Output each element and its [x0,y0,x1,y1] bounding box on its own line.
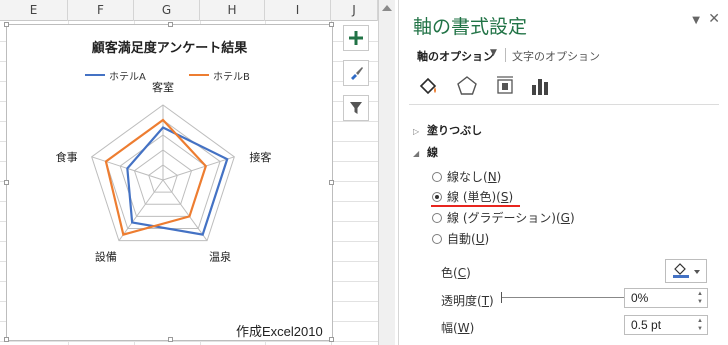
radio-solid-line[interactable]: 線 (単色)(S) [432,188,513,206]
format-axis-pane: 軸の書式設定 ▼ ✕ 軸のオプション ▼ 文字のオプション ▷ 塗りつぶし ◢ … [398,0,728,345]
transparency-value: 0% [631,291,649,305]
pane-options-chevron-icon[interactable]: ▼ [692,15,700,26]
radar-category-label: 温泉 [209,250,231,264]
category-icon-row [417,74,717,98]
transparency-spinner[interactable]: 0% ▲ ▼ [624,288,708,308]
color-label: 色(C) [441,266,471,280]
chart-elements-button[interactable] [343,25,369,51]
chevron-right-icon: ▷ [413,127,420,136]
chevron-down-icon[interactable]: ▼ [490,48,497,58]
transparency-label: 透明度(T) [441,294,494,308]
radar-category-label: 食事 [56,150,78,164]
radar-category-label: 設備 [95,250,117,264]
column-header-g[interactable]: G [134,0,200,21]
column-header-h[interactable]: H [200,0,265,21]
radar-chart[interactable]: 顧客満足度アンケート結果 ホテルA ホテルB 客室 接客 温泉 設備 食事 作成Exce… [4,22,334,342]
transparency-access-key: T [481,294,490,308]
section-line-label: 線 [427,146,438,159]
radar-category-label: 客室 [152,80,174,94]
column-header-e[interactable]: E [0,0,68,21]
spinner-arrows-icon[interactable]: ▲ ▼ [696,290,704,306]
line-color-picker-button[interactable] [665,259,707,283]
color-label-text: 色( [441,266,458,280]
color-access-key: C [457,266,467,280]
column-header-f[interactable]: F [68,0,134,21]
radio-circle-checked[interactable] [432,192,442,202]
filter-icon [350,102,362,114]
chart-credit: 作成Excel2010 [236,321,323,340]
radio-circle[interactable] [432,234,442,244]
transparency-slider-thumb[interactable] [501,292,502,303]
radar-plot-area[interactable]: 客室接客温泉 設備 食事 [7,25,334,342]
width-label: 幅(W) [441,321,475,335]
radio-label: 自動( [447,232,476,246]
tab-divider [505,48,506,62]
pane-title: 軸の書式設定 [413,16,528,38]
radio-label: 線 (グラデーション)( [447,211,561,225]
column-header-i[interactable]: I [265,0,331,21]
width-value: 0.5 pt [631,318,662,332]
width-label-text: 幅( [441,321,458,335]
chevron-down-icon: ◢ [413,149,420,158]
credit-text: 作成 [236,325,263,340]
vertical-scrollbar[interactable] [378,0,395,345]
size-properties-icon[interactable] [493,74,517,98]
radio-circle[interactable] [432,213,442,223]
radio-access-key: U [475,232,485,246]
radio-label: 線なし( [447,170,488,184]
scroll-up-arrow-icon[interactable] [382,5,392,11]
credit-app-name: Excel2010 [262,324,323,339]
radio-label: 線 (単色)( [447,190,501,204]
paint-bucket-icon [673,263,700,278]
chart-styles-button[interactable] [343,60,369,86]
radio-access-key: N [487,170,497,184]
radio-access-key: S [500,190,509,204]
excel-window: E F G H I J 顧客満足度アンケート結果 ホテルA ホテルB 客室 接客… [0,0,728,345]
transparency-label-text: 透明度( [441,294,482,308]
radio-automatic[interactable]: 自動(U) [432,230,489,248]
transparency-slider[interactable] [501,297,625,298]
tab-axis-options[interactable]: 軸のオプション [417,48,494,64]
spinner-arrows-icon[interactable]: ▲ ▼ [696,317,704,333]
chart-filters-button[interactable] [343,95,369,121]
effects-pentagon-icon[interactable] [455,74,479,98]
radio-gradient-line[interactable]: 線 (グラデーション)(G) [432,209,575,227]
section-line[interactable]: ◢ 線 [413,144,438,160]
radio-access-key: G [560,211,570,225]
tab-text-options[interactable]: 文字のオプション [512,48,600,64]
worksheet: E F G H I J 顧客満足度アンケート結果 ホテルA ホテルB 客室 接客… [0,0,395,345]
column-header-bar: E F G H I J [0,0,395,21]
width-access-key: W [457,321,470,335]
radio-no-line[interactable]: 線なし(N) [432,168,501,186]
section-fill[interactable]: ▷ 塗りつぶし [413,122,482,138]
radar-series-hotel-a [126,126,229,236]
section-fill-label: 塗りつぶし [427,124,483,137]
red-underline-annotation [431,205,520,207]
brush-icon [351,67,363,80]
width-spinner[interactable]: 0.5 pt ▲ ▼ [624,315,708,335]
column-header-j[interactable]: J [331,0,378,21]
fill-line-icon[interactable] [417,74,441,98]
plus-icon [349,31,363,45]
axis-options-bar-icon[interactable] [529,74,553,98]
pane-divider [409,104,719,105]
radar-category-label: 接客 [249,150,271,164]
close-icon[interactable]: ✕ [708,11,720,27]
radio-circle[interactable] [432,172,442,182]
